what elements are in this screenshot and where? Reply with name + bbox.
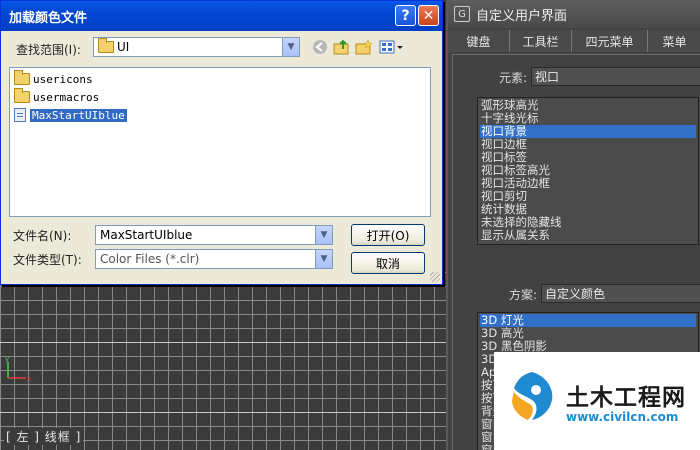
dialog-titlebar[interactable]: 加载颜色文件 ? ✕	[1, 1, 442, 31]
scheme-value: 自定义颜色	[545, 287, 606, 301]
filetype-label: 文件类型(T):	[13, 253, 82, 267]
tab-menus[interactable]: 菜单	[648, 30, 700, 52]
grid-major-line	[0, 412, 448, 413]
axis-tripod-icon: y x	[5, 355, 31, 383]
screen: y x [ 左 ] 线框 ] 加载颜色文件 ? ✕ 查找范围(I): UI ▼	[0, 0, 700, 450]
grid-major-line	[0, 342, 448, 343]
list-item[interactable]: MaxStartUIblue	[14, 106, 426, 124]
chevron-down-icon[interactable]: ▼	[315, 226, 332, 244]
up-folder-icon[interactable]	[333, 39, 351, 55]
document-icon	[14, 108, 26, 122]
element-value: 视口	[535, 70, 560, 84]
scheme-label: 方案:	[509, 288, 538, 302]
watermark-url: www.civilcn.com	[566, 410, 679, 424]
file-name: MaxStartUIblue	[30, 108, 127, 122]
scheme-combo[interactable]: 自定义颜色	[541, 284, 700, 303]
file-list[interactable]: usericons usermacros MaxStartUIblue	[9, 67, 431, 217]
filetype-value: Color Files (*.clr)	[100, 252, 200, 266]
back-arrow-icon[interactable]	[311, 39, 329, 55]
resize-grip-icon[interactable]	[430, 272, 440, 282]
watermark: 土木工程网 www.civilcn.com	[494, 352, 700, 450]
filename-input[interactable]: MaxStartUIblue ▼	[95, 225, 333, 245]
look-in-label: 查找范围(I):	[16, 43, 81, 57]
tab-toolbars[interactable]: 工具栏	[510, 30, 572, 52]
list-item[interactable]: 显示从属关系	[480, 229, 696, 242]
help-button[interactable]: ?	[395, 5, 416, 26]
new-folder-icon[interactable]	[355, 39, 373, 55]
filename-label: 文件名(N):	[13, 229, 72, 243]
folder-icon	[14, 88, 30, 103]
panel-title: 自定义用户界面	[476, 8, 568, 24]
left-viewport[interactable]: y x [ 左 ] 线框 ]	[0, 270, 448, 450]
svg-text:x: x	[27, 375, 31, 383]
folder-icon	[14, 70, 30, 85]
element-list[interactable]: 弧形球高光 十字线光标 视口背景 视口边框 视口标签 视口标签高光 视口活动边框…	[477, 97, 699, 245]
tab-strip: 键盘 工具栏 四元菜单 菜单	[448, 30, 700, 52]
filetype-select[interactable]: Color Files (*.clr) ▼	[95, 249, 333, 269]
chevron-down-icon[interactable]: ▼	[315, 250, 332, 268]
element-combo[interactable]: 视口	[531, 67, 700, 86]
element-label: 元素:	[499, 71, 528, 85]
watermark-logo-icon	[512, 372, 553, 420]
open-button[interactable]: 打开(O)	[351, 224, 425, 246]
file-name: usermacros	[33, 90, 100, 104]
chevron-down-icon[interactable]: ▼	[282, 38, 299, 56]
svg-text:y: y	[5, 355, 9, 363]
look-in-value: UI	[117, 40, 130, 54]
viewport-label[interactable]: [ 左 ] 线框 ]	[4, 428, 84, 445]
list-item[interactable]: usermacros	[14, 88, 426, 106]
help-icon: ?	[401, 7, 410, 24]
file-name: usericons	[33, 72, 93, 86]
panel-titlebar[interactable]: G 自定义用户界面	[448, 0, 700, 28]
filename-value: MaxStartUIblue	[100, 228, 193, 242]
tab-quad-menus[interactable]: 四元菜单	[572, 30, 648, 52]
tab-keyboard[interactable]: 键盘	[448, 30, 510, 52]
look-in-combo[interactable]: UI ▼	[93, 37, 300, 57]
close-icon: ✕	[422, 7, 435, 24]
folder-icon	[98, 38, 114, 53]
load-color-file-dialog: 加载颜色文件 ? ✕ 查找范围(I): UI ▼ usericons userm…	[0, 0, 443, 285]
app-icon: G	[454, 6, 470, 22]
view-menu-icon[interactable]	[379, 39, 405, 55]
watermark-name: 土木工程网	[566, 385, 686, 411]
dialog-title: 加载颜色文件	[9, 10, 88, 26]
list-item[interactable]: usericons	[14, 70, 426, 88]
cancel-button[interactable]: 取消	[351, 252, 425, 274]
close-button[interactable]: ✕	[418, 5, 439, 26]
